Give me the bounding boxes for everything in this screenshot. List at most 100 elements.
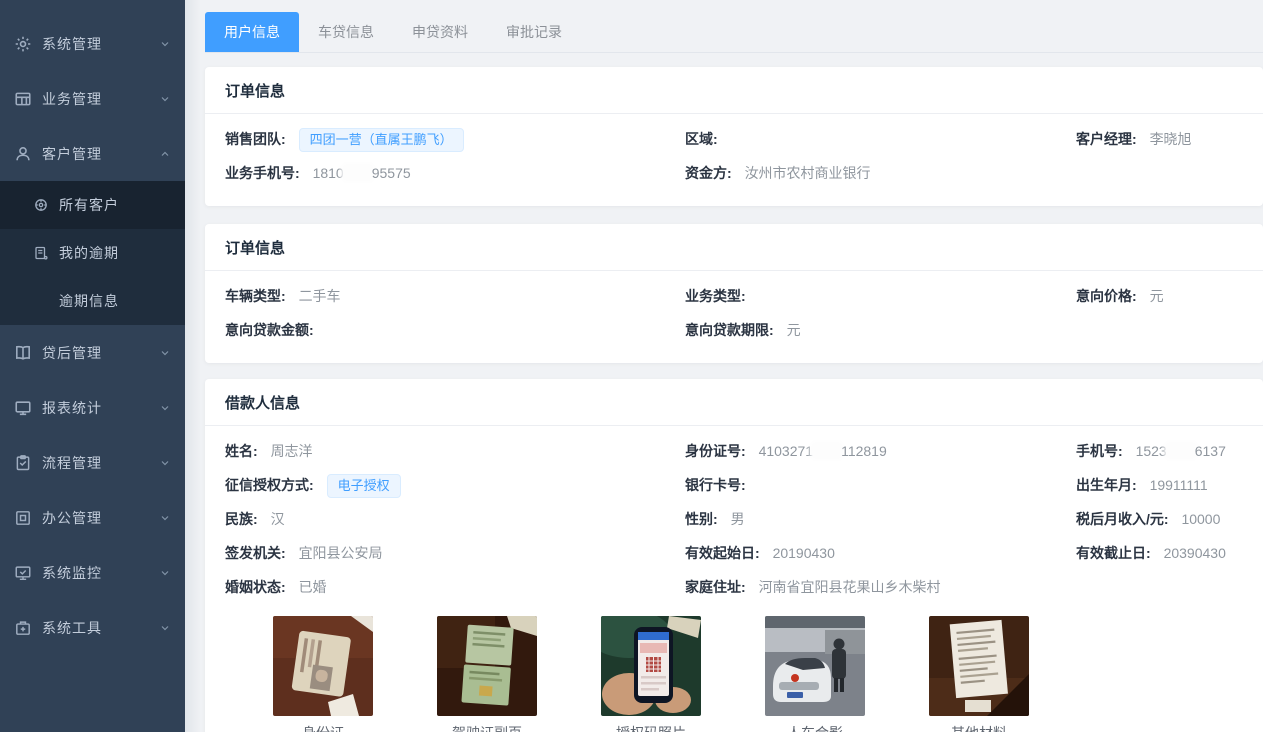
license-booklet-photo-image — [437, 616, 537, 716]
tab-approval-records[interactable]: 审批记录 — [487, 12, 581, 52]
field-business-type: 业务类型: — [685, 279, 1076, 313]
field-value: 李晓旭 — [1150, 131, 1192, 147]
sidebar-subitem-overdue-info[interactable]: 逾期信息 — [0, 277, 185, 325]
field-value: 20190430 — [773, 545, 835, 561]
field-value: 元 — [787, 322, 801, 338]
redaction-blur — [813, 444, 841, 457]
sidebar-item-label: 系统管理 — [42, 34, 159, 54]
redaction-blur — [1167, 444, 1195, 457]
open-book-icon — [14, 344, 32, 362]
field-value: 汝州市农村商业银行 — [745, 165, 871, 181]
monitor-check-icon — [14, 564, 32, 582]
field-value: 20390430 — [1164, 545, 1226, 561]
chevron-down-icon — [159, 347, 171, 359]
id-card-photo-image — [273, 616, 373, 716]
field-label: 家庭住址: — [685, 579, 746, 595]
field-valid-from: 有效起始日: 20190430 — [685, 536, 1076, 570]
sidebar-item-system-management[interactable]: 系统管理 — [0, 16, 185, 71]
field-intent-loan-amount: 意向贷款金额: — [225, 313, 685, 347]
sidebar-item-business-management[interactable]: 业务管理 — [0, 71, 185, 126]
sales-team-tag: 四团一营（直属王鹏飞） — [299, 128, 464, 152]
sidebar-item-label: 系统监控 — [42, 563, 159, 583]
sidebar-subitem-my-overdue[interactable]: 我的逾期 — [0, 229, 185, 277]
customer-management-submenu: 所有客户 我的逾期 逾期信息 — [0, 181, 185, 325]
main-content: 用户信息 车贷信息 申贷资料 审批记录 订单信息 销售团队: 四团一营（直属王鹏… — [185, 0, 1263, 732]
detail-tabs: 用户信息 车贷信息 申贷资料 审批记录 — [205, 12, 1263, 53]
chevron-down-icon — [159, 457, 171, 469]
photo-document-paper[interactable]: 其他材料 — [929, 616, 1029, 732]
field-value: 15236137 — [1136, 443, 1226, 459]
field-name: 姓名: 周志洋 — [225, 434, 685, 468]
field-ethnicity: 民族: 汉 — [225, 502, 685, 536]
borrower-info-card: 借款人信息 姓名: 周志洋 身份证号: 4103271112819 手机号: 1… — [205, 379, 1263, 732]
section-title: 订单信息 — [205, 224, 1263, 271]
field-label: 有效截止日: — [1076, 545, 1151, 561]
field-sales-team: 销售团队: 四团一营（直属王鹏飞） — [225, 122, 685, 156]
tab-user-info[interactable]: 用户信息 — [205, 12, 299, 52]
field-label: 出生年月: — [1076, 477, 1137, 493]
sidebar-subitem-all-customers[interactable]: 所有客户 — [0, 181, 185, 229]
field-value: 19911111 — [1150, 477, 1208, 493]
chevron-down-icon — [159, 567, 171, 579]
tab-car-loan-info[interactable]: 车贷信息 — [299, 12, 393, 52]
sidebar-item-system-monitor[interactable]: 系统监控 — [0, 545, 185, 600]
photo-license-booklet[interactable]: 驾驶证副页 — [437, 616, 537, 732]
sidebar-item-customer-management[interactable]: 客户管理 — [0, 126, 185, 181]
sidebar-subitem-label: 逾期信息 — [59, 291, 185, 311]
customers-icon — [33, 197, 49, 213]
sidebar-item-label: 客户管理 — [42, 144, 159, 164]
field-value: 汉 — [271, 511, 285, 527]
field-value: 二手车 — [299, 288, 341, 304]
photo-person-with-car[interactable]: 人车合影 — [765, 616, 865, 732]
field-region: 区域: — [685, 122, 1076, 156]
sidebar-item-label: 业务管理 — [42, 89, 159, 109]
field-label: 性别: — [685, 511, 718, 527]
field-birth: 出生年月: 19911111 — [1076, 468, 1243, 502]
field-value: 4103271112819 — [759, 443, 887, 459]
field-value: 已婚 — [299, 579, 327, 595]
field-label: 区域: — [685, 131, 718, 147]
section-title: 借款人信息 — [205, 379, 1263, 426]
field-value: 河南省宜阳县花果山乡木柴村 — [759, 579, 941, 595]
chevron-down-icon — [159, 38, 171, 50]
chevron-down-icon — [159, 93, 171, 105]
app-window: 系统管理 业务管理 客户管理 — [0, 0, 1263, 732]
gear-icon — [14, 35, 32, 53]
toolbox-plus-icon — [14, 619, 32, 637]
photo-id-card[interactable]: 身份证 — [273, 616, 373, 732]
field-label: 税后月收入/元: — [1076, 511, 1169, 527]
field-label: 手机号: — [1076, 443, 1123, 459]
section-title: 订单信息 — [205, 67, 1263, 114]
loan-intent-card: 订单信息 车辆类型: 二手车 业务类型: 意向价格: 元 — [205, 224, 1263, 363]
sidebar-item-label: 办公管理 — [42, 508, 159, 528]
field-label: 征信授权方式: — [225, 477, 314, 493]
notebook-icon — [33, 245, 49, 261]
sidebar-item-report-statistics[interactable]: 报表统计 — [0, 380, 185, 435]
chevron-down-icon — [159, 622, 171, 634]
photo-auth-qr-code[interactable]: 授权码照片 — [601, 616, 701, 732]
field-label: 销售团队: — [225, 131, 286, 147]
tab-loan-application-docs[interactable]: 申贷资料 — [393, 12, 487, 52]
field-value: 宜阳县公安局 — [299, 545, 383, 561]
field-customer-manager: 客户经理: 李晓旭 — [1076, 122, 1243, 156]
monitor-icon — [14, 399, 32, 417]
field-intent-price: 意向价格: 元 — [1076, 279, 1243, 313]
field-value: 男 — [731, 511, 745, 527]
field-label: 身份证号: — [685, 443, 746, 459]
field-label: 有效起始日: — [685, 545, 760, 561]
redaction-blur — [344, 166, 372, 179]
clipboard-icon — [14, 454, 32, 472]
field-bank-card: 银行卡号: — [685, 468, 1076, 502]
field-label: 资金方: — [685, 165, 732, 181]
field-credit-auth: 征信授权方式: 电子授权 — [225, 468, 685, 502]
sidebar-item-office-management[interactable]: 办公管理 — [0, 490, 185, 545]
field-value: 10000 — [1181, 511, 1220, 527]
photo-caption: 人车合影 — [765, 723, 865, 732]
credit-auth-tag: 电子授权 — [327, 474, 401, 498]
sidebar-item-process-management[interactable]: 流程管理 — [0, 435, 185, 490]
grid-icon — [14, 90, 32, 108]
sidebar-item-postloan-management[interactable]: 贷后管理 — [0, 325, 185, 380]
sidebar-item-system-tools[interactable]: 系统工具 — [0, 600, 185, 655]
field-issuing-authority: 签发机关: 宜阳县公安局 — [225, 536, 685, 570]
photo-caption: 其他材料 — [929, 723, 1029, 732]
